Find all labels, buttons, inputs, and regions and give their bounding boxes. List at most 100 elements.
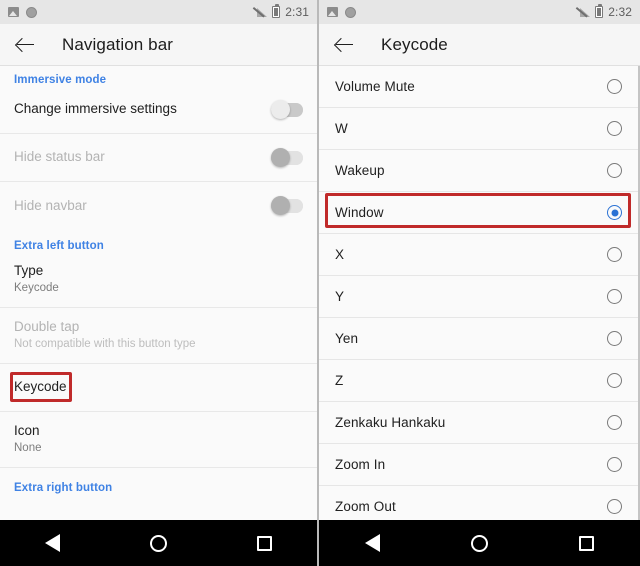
radio-button[interactable] — [607, 373, 622, 388]
row-subtitle: Keycode — [14, 281, 59, 294]
list-item[interactable]: Zoom Out — [319, 486, 640, 520]
right-status-bar-right-icons: 2:32 — [578, 4, 632, 19]
radio-button[interactable] — [607, 247, 622, 262]
list-item-label: Zenkaku Hankaku — [335, 415, 446, 430]
right-page-title: Keycode — [381, 34, 448, 54]
row-title: Keycode — [14, 379, 67, 395]
signal-off-icon — [255, 7, 268, 18]
list-item[interactable]: Zoom In — [319, 444, 640, 486]
row-change-immersive-settings[interactable]: Change immersive settings — [0, 86, 317, 134]
radio-button[interactable] — [607, 415, 622, 430]
toggle-hide-navbar[interactable] — [271, 196, 303, 215]
row-subtitle: None — [14, 441, 42, 454]
photo-icon — [327, 7, 338, 17]
nav-back-icon[interactable] — [45, 534, 60, 552]
radio-button[interactable] — [607, 331, 622, 346]
nav-home-icon[interactable] — [150, 534, 167, 552]
row-icon[interactable]: Icon None — [0, 412, 317, 468]
row-title: Change immersive settings — [14, 101, 177, 117]
list-item[interactable]: W — [319, 108, 640, 150]
back-arrow-icon[interactable] — [14, 33, 38, 57]
screenshot-root: 2:31 Navigation bar Immersive mode Chang… — [0, 0, 640, 566]
left-page-title: Navigation bar — [62, 34, 174, 54]
back-arrow-icon[interactable] — [333, 33, 357, 57]
radio-button[interactable] — [607, 457, 622, 472]
left-status-bar: 2:31 — [0, 0, 317, 24]
row-title: Hide status bar — [14, 149, 105, 165]
list-item-label: Window — [335, 205, 384, 220]
list-item[interactable]: Volume Mute — [319, 66, 640, 108]
nav-home-icon[interactable] — [470, 534, 488, 552]
keycode-option-list: Volume Mute W Wakeup Window X Y Yen Z Ze… — [319, 66, 640, 520]
list-item-label: W — [335, 121, 348, 136]
list-item-label: Zoom Out — [335, 499, 396, 514]
toggle-change-immersive-settings[interactable] — [271, 99, 303, 119]
battery-icon — [272, 4, 281, 18]
right-action-bar: Keycode — [319, 24, 640, 66]
radio-button[interactable] — [607, 79, 622, 94]
left-status-bar-left-icons — [8, 6, 37, 18]
row-double-tap[interactable]: Double tap Not compatible with this butt… — [0, 308, 317, 364]
list-item-label: X — [335, 247, 345, 262]
right-status-bar: 2:32 — [319, 0, 640, 24]
battery-icon — [595, 4, 604, 18]
radio-button[interactable] — [607, 121, 622, 136]
row-texts: Hide navbar — [14, 198, 87, 215]
radio-button[interactable] — [607, 499, 622, 514]
list-item[interactable]: Wakeup — [319, 150, 640, 192]
list-item[interactable]: Z — [319, 360, 640, 402]
section-header-immersive-mode[interactable]: Immersive mode — [0, 66, 317, 86]
left-action-bar: Navigation bar — [0, 24, 317, 66]
radio-button-selected[interactable] — [607, 205, 622, 220]
radio-button[interactable] — [607, 163, 622, 178]
section-header-extra-right-button[interactable]: Extra right button — [0, 468, 317, 494]
row-texts: Change immersive settings — [14, 101, 177, 118]
list-item-label: Z — [335, 373, 344, 388]
toggle-thumb — [271, 196, 290, 215]
signal-off-icon — [578, 7, 591, 18]
list-item-label: Zoom In — [335, 457, 386, 472]
toggle-thumb — [271, 99, 290, 119]
list-item[interactable]: X — [319, 234, 640, 276]
row-hide-navbar[interactable]: Hide navbar — [0, 182, 317, 230]
nav-recents-icon[interactable] — [257, 535, 272, 551]
right-nav-bar — [319, 520, 640, 566]
row-texts: Hide status bar — [14, 149, 105, 166]
row-subtitle: Not compatible with this button type — [14, 337, 196, 350]
row-texts: Double tap Not compatible with this butt… — [14, 319, 196, 352]
left-status-bar-right-icons: 2:31 — [255, 4, 309, 19]
list-item-label: Wakeup — [335, 163, 385, 178]
right-status-time: 2:32 — [608, 5, 632, 19]
nav-back-icon[interactable] — [364, 534, 380, 552]
toggle-thumb — [271, 147, 290, 167]
radio-button[interactable] — [607, 289, 622, 304]
nav-recents-icon[interactable] — [579, 535, 595, 551]
row-title: Icon — [14, 423, 40, 439]
right-phone-panel: 2:32 Keycode Volume Mute W Wakeup Window — [318, 0, 640, 566]
left-phone-panel: 2:31 Navigation bar Immersive mode Chang… — [0, 0, 318, 566]
row-keycode[interactable]: Keycode — [0, 364, 317, 412]
left-nav-bar — [0, 520, 317, 566]
list-item[interactable]: Zenkaku Hankaku — [319, 402, 640, 444]
left-settings-list: Immersive mode Change immersive settings… — [0, 66, 317, 520]
list-item-label: Y — [335, 289, 345, 304]
list-item[interactable]: Yen — [319, 318, 640, 360]
circle-icon — [26, 6, 37, 18]
photo-icon — [8, 7, 19, 17]
row-hide-status-bar[interactable]: Hide status bar — [0, 134, 317, 182]
row-type[interactable]: Type Keycode — [0, 252, 317, 308]
circle-icon — [345, 6, 356, 18]
row-title: Double tap — [14, 319, 80, 335]
toggle-hide-status-bar[interactable] — [271, 147, 303, 167]
right-status-bar-left-icons — [327, 6, 356, 18]
list-item-label: Yen — [335, 331, 359, 346]
row-title: Hide navbar — [14, 197, 87, 213]
row-texts: Keycode — [14, 379, 67, 396]
row-texts: Icon None — [14, 423, 42, 456]
list-item-window[interactable]: Window — [319, 192, 640, 234]
row-title: Type — [14, 263, 44, 279]
section-header-extra-left-button[interactable]: Extra left button — [0, 230, 317, 252]
list-item[interactable]: Y — [319, 276, 640, 318]
list-item-label: Volume Mute — [335, 79, 415, 94]
row-texts: Type Keycode — [14, 263, 59, 296]
